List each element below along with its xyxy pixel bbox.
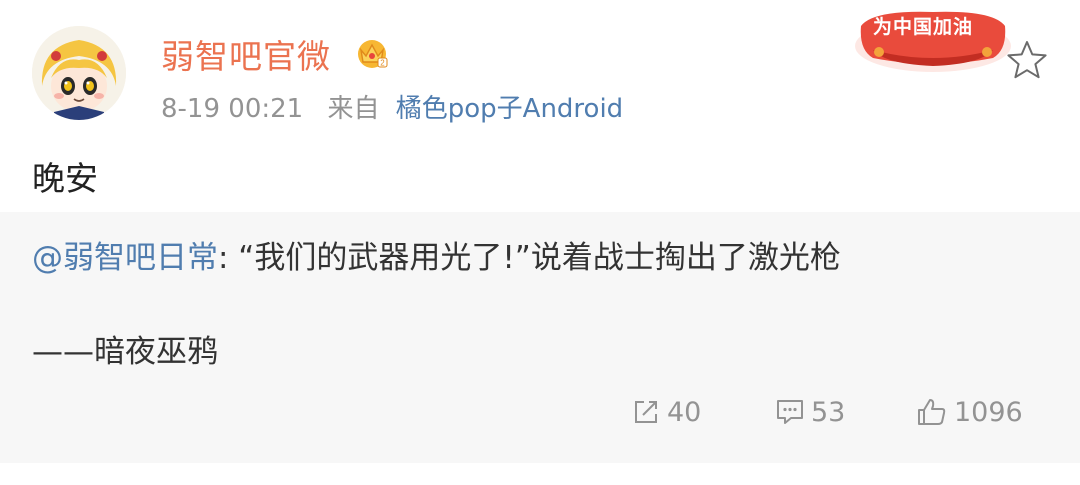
repost-quote: “我们的武器用光了!”说着战士掏出了激光枪: [228, 240, 841, 276]
username[interactable]: 弱智吧官微: [161, 30, 331, 78]
crown-badge-icon[interactable]: 2: [354, 34, 390, 70]
repost-icon: [635, 401, 657, 423]
post-time: 8-19 00:21: [161, 94, 304, 124]
campaign-badge-label: 为中国加油: [873, 16, 974, 38]
repost-button[interactable]: 40: [631, 394, 701, 430]
comment-button[interactable]: 53: [775, 394, 845, 430]
cartoon-avatar-icon: [32, 26, 126, 120]
repost-text: @弱智吧日常: “我们的武器用光了!”说着战士掏出了激光枪: [32, 232, 841, 277]
avatar[interactable]: [32, 26, 126, 120]
comment-icon: [777, 400, 803, 424]
like-count: 1096: [954, 396, 1023, 428]
post-header: 弱智吧官微 2 8-19 00:21 来自 橘色pop子Android 为中国加…: [0, 0, 1080, 150]
svg-text:2: 2: [380, 59, 385, 68]
post-text: 晚安: [32, 159, 98, 198]
thumbs-up-icon: [918, 399, 946, 425]
repost-attribution: ——暗夜巫鸦: [32, 334, 218, 370]
star-icon[interactable]: [1005, 38, 1049, 82]
repost-author-mention[interactable]: @弱智吧日常: [32, 240, 218, 276]
post-meta: 8-19 00:21 来自 橘色pop子Android: [161, 88, 623, 125]
repost-count: 40: [667, 396, 702, 428]
like-button[interactable]: 1096: [916, 394, 1023, 430]
source-app-link[interactable]: 橘色pop子Android: [396, 94, 623, 124]
comment-count: 53: [811, 396, 846, 428]
source-prefix: 来自: [327, 94, 380, 124]
repost-separator: :: [218, 240, 229, 276]
repost-card[interactable]: @弱智吧日常: “我们的武器用光了!”说着战士掏出了激光枪 ——暗夜巫鸦 40 …: [0, 212, 1080, 463]
